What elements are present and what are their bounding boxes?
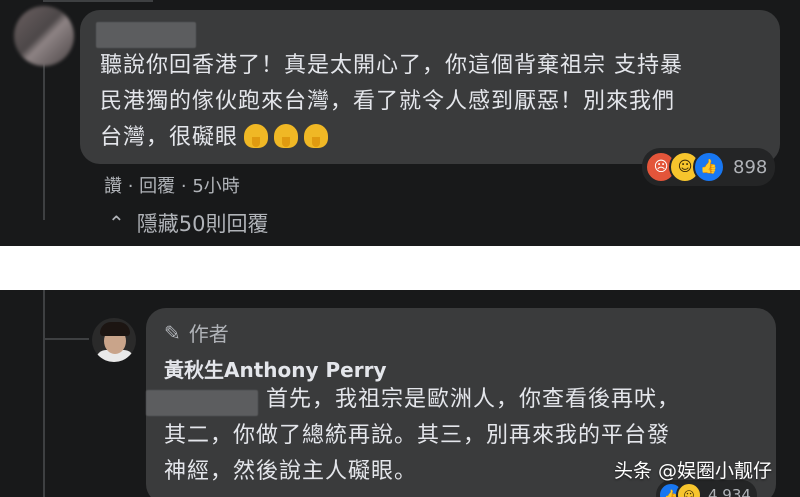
reply-text-line-3: 神經，然後說主人礙眼。 <box>164 459 418 484</box>
thumbs-down-emoji-icon <box>304 124 329 148</box>
author-badge: ✎ 作者 <box>164 318 229 347</box>
like-action[interactable]: 讚 <box>104 176 122 197</box>
like-reaction-icon: 👍 <box>693 151 725 183</box>
comment-text-line-3-text: 台灣，很礙眼 <box>100 125 239 150</box>
reply-text-line-2: 其二，你做了總統再說。其三，別再來我的平台發 <box>164 423 671 448</box>
haha-reaction-icon: ☺ <box>676 482 702 497</box>
hide-replies-button[interactable]: ⌃ 隱藏50則回覆 <box>108 208 269 238</box>
thread-line-top <box>43 0 153 2</box>
comment-bubble: 聽說你回香港了！真是太開心了，你這個背棄祖宗 支持暴 民港獨的傢伙跑來台灣，看了… <box>80 10 780 164</box>
comment-text-line-2: 民港獨的傢伙跑來台灣，看了就令人感到厭惡！別來我們 <box>100 89 676 114</box>
hide-replies-label: 隱藏50則回覆 <box>136 212 269 236</box>
author-badge-label: 作者 <box>188 322 229 346</box>
author-name[interactable]: 黃秋生Anthony Perry <box>164 354 386 383</box>
comment-panel-top: 聽說你回香港了！真是太開心了，你這個背棄祖宗 支持暴 民港獨的傢伙跑來台灣，看了… <box>0 0 800 246</box>
reply-action[interactable]: 回覆 <box>139 176 175 197</box>
comment-text-line-1: 聽說你回香港了！真是太開心了，你這個背棄祖宗 支持暴 <box>100 53 683 78</box>
pencil-icon: ✎ <box>164 320 181 345</box>
reply-text-line-1: 首先，我祖宗是歐洲人，你查看後再吠， <box>266 387 681 412</box>
author-avatar[interactable] <box>92 318 136 362</box>
comment-text-line-3: 台灣，很礙眼 <box>100 120 329 156</box>
thread-line <box>43 54 45 220</box>
reaction-summary[interactable]: ☹ ☺ 👍 898 <box>642 148 776 186</box>
thread-line <box>43 290 45 497</box>
avatar-blurred[interactable] <box>14 6 74 66</box>
watermark: 头条 @娱圈小靓仔 <box>614 460 773 482</box>
comment-actions: 讚 · 回覆 · 5小時 <box>104 176 240 197</box>
thread-connector <box>43 338 89 340</box>
reply-reaction-count: 4,934 <box>708 486 751 497</box>
reaction-count: 898 <box>733 156 768 178</box>
mention-blurred[interactable] <box>146 390 258 416</box>
commenter-name-blurred[interactable] <box>96 22 196 48</box>
chevron-up-icon: ⌃ <box>108 211 125 235</box>
thumbs-down-emoji-icon <box>274 124 299 148</box>
thumbs-down-emoji-icon <box>244 124 269 148</box>
comment-time[interactable]: 5小時 <box>192 176 239 197</box>
comment-panel-bottom: ✎ 作者 黃秋生Anthony Perry 首先，我祖宗是歐洲人，你查看後再吠，… <box>0 290 800 497</box>
